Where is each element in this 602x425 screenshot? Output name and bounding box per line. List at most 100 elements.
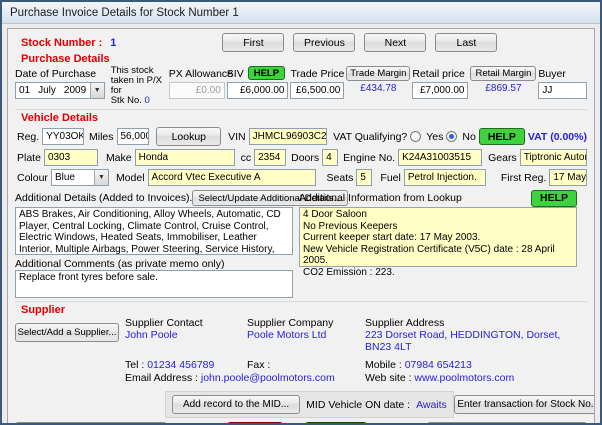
vin-field[interactable]: JHMCL96903C203470 xyxy=(248,128,328,145)
seats-label: Seats xyxy=(326,171,354,184)
siv-label: SIV xyxy=(226,68,244,80)
retail-price-col: Retail price £7,000.00 xyxy=(412,66,469,99)
email-value: john.poole@poolmotors.com xyxy=(200,372,335,384)
siv-field[interactable]: £6,000.00 xyxy=(226,82,289,99)
reg-label: Reg. xyxy=(17,130,40,143)
lookup-info-box: 4 Door Saloon No Previous Keepers Curren… xyxy=(299,207,577,278)
siv-col: SIV HELP £6,000.00 xyxy=(226,66,289,99)
px-allowance-col: PX Allowance £0.00 xyxy=(168,66,233,99)
supplier-address-value: 223 Dorset Road, HEDDINGTON, Dorset, BN2… xyxy=(365,329,561,353)
colour-value: Blue xyxy=(54,172,75,183)
colour-combo[interactable]: Blue ▼ xyxy=(50,169,109,186)
purchase-details-header: Purchase Details xyxy=(21,53,110,65)
colour-label: Colour xyxy=(17,171,48,184)
fax-label: Fax : xyxy=(247,359,271,371)
supplier-address: Supplier Address 223 Dorset Road, HEDDIN… xyxy=(365,317,587,353)
engine-label: Engine No. xyxy=(343,151,396,164)
vehicle-row-1: Reg. YY03OKN Miles 56,000 Lookup VIN JHM… xyxy=(15,127,587,146)
additional-details-textarea[interactable]: ABS Brakes, Air Conditioning, Alloy Whee… xyxy=(15,207,293,255)
px-note-col: This stock taken in P/X for Stk No. 0 xyxy=(111,66,167,106)
reg-field[interactable]: YY03OKN xyxy=(42,128,84,145)
make-label: Make xyxy=(105,151,132,164)
additional-comments-textarea[interactable]: Replace front tyres before sale. xyxy=(15,270,293,298)
model-field[interactable]: Accord Vtec Executive A xyxy=(147,169,316,186)
trade-price-col: Trade Price £6,500.00 xyxy=(290,66,345,99)
supplier-company-label: Supplier Company xyxy=(247,317,334,329)
first-button[interactable]: First xyxy=(222,33,285,52)
supplier-contact-value: John Poole xyxy=(125,329,178,341)
add-record-mid-button[interactable]: Add record to the MID... xyxy=(172,395,301,414)
cc-field[interactable]: 2354 xyxy=(254,149,287,166)
mobile-label: Mobile : xyxy=(365,359,402,371)
siv-help-button[interactable]: HELP xyxy=(247,66,286,80)
last-button[interactable]: Last xyxy=(435,33,498,52)
supplier-company: Supplier Company Poole Motors Ltd xyxy=(247,317,361,353)
next-button[interactable]: Next xyxy=(364,33,427,52)
retail-price-field[interactable]: £7,000.00 xyxy=(412,82,469,99)
date-day: 01 xyxy=(19,85,31,96)
stock-number-value: 1 xyxy=(110,36,117,49)
vat-yes-radio[interactable] xyxy=(410,131,422,142)
retail-price-label: Retail price xyxy=(412,68,465,80)
window-title: Purchase Invoice Details for Stock Numbe… xyxy=(10,6,239,19)
chevron-down-icon: ▼ xyxy=(93,170,108,185)
fuel-field[interactable]: Petrol Injection. xyxy=(403,169,486,186)
vat-help-button[interactable]: HELP xyxy=(478,128,525,145)
engine-field[interactable]: K24A31003515 xyxy=(398,149,483,166)
px-allowance-field[interactable]: £0.00 xyxy=(168,82,225,99)
tel-value: 01234 456789 xyxy=(147,359,215,371)
retail-margin-value: £869.57 xyxy=(485,83,522,94)
seats-field[interactable]: 5 xyxy=(356,169,373,186)
doors-field[interactable]: 4 xyxy=(322,149,339,166)
divider xyxy=(15,109,587,110)
first-reg-label: First Reg. xyxy=(500,171,547,184)
web-value: www.poolmotors.com xyxy=(414,372,515,384)
make-field[interactable]: Honda xyxy=(134,149,235,166)
vehicle-details-header: Vehicle Details xyxy=(21,112,99,124)
first-reg-field[interactable]: 17 May 2003 xyxy=(549,169,587,186)
plate-field[interactable]: 0303 xyxy=(43,149,98,166)
supplier-contact-label: Supplier Contact xyxy=(125,317,203,329)
lookup-help-button[interactable]: HELP xyxy=(530,189,577,207)
miles-field[interactable]: 56,000 xyxy=(116,128,150,145)
supplier-contact: Supplier Contact John Poole xyxy=(125,317,243,353)
lookup-button[interactable]: Lookup xyxy=(156,127,222,146)
trade-price-field[interactable]: £6,500.00 xyxy=(290,82,345,99)
vin-label: VIN xyxy=(228,130,246,143)
buyer-col: Buyer JJ xyxy=(538,66,588,99)
px-note-line2: taken in P/X for xyxy=(110,75,162,96)
divider xyxy=(15,301,587,302)
lookup-info-line: Current keeper start date: 17 May 2003. xyxy=(303,232,481,243)
additional-details-head: Additional Details (Added to Invoices). … xyxy=(15,189,348,207)
mid-row: Add record to the MID... MID Vehicle ON … xyxy=(15,391,594,418)
supplier-tel: Tel : 01234 456789 xyxy=(125,359,243,371)
additional-details-col: Additional Details (Added to Invoices). … xyxy=(15,189,348,298)
retail-margin-button[interactable]: Retail Margin xyxy=(470,66,537,81)
mid-date-label: MID Vehicle ON date : xyxy=(306,398,411,411)
purchase-invoice-window: Purchase Invoice Details for Stock Numbe… xyxy=(0,0,602,425)
buyer-field[interactable]: JJ xyxy=(538,82,588,99)
date-of-purchase-col: Date of Purchase 01 July 2009 ▼ xyxy=(15,66,105,99)
select-add-supplier-button[interactable]: Select/Add a Supplier... xyxy=(15,323,119,342)
vat-no-label: No xyxy=(462,130,476,143)
previous-button[interactable]: Previous xyxy=(293,33,356,52)
retail-margin-col: Retail Margin £869.57 xyxy=(470,66,537,94)
supplier-address-label: Supplier Address xyxy=(365,317,445,329)
mid-date-value: Awaits xyxy=(416,398,447,411)
title-bar: Purchase Invoice Details for Stock Numbe… xyxy=(2,2,600,24)
lookup-info-label: Additional Information from Lookup xyxy=(299,192,462,204)
vat-no-radio[interactable] xyxy=(446,131,458,142)
trade-margin-value: £434.78 xyxy=(360,83,397,94)
gears-field[interactable]: Tiptronic Automatic (5 Gears) xyxy=(519,149,587,166)
mid-panel: Add record to the MID... MID Vehicle ON … xyxy=(165,391,454,418)
trade-price-label: Trade Price xyxy=(290,68,345,80)
supplier-web: Web site : www.poolmotors.com xyxy=(365,372,587,384)
trade-margin-button[interactable]: Trade Margin xyxy=(346,66,411,81)
enter-transaction-button[interactable]: Enter transaction for Stock No. 1... xyxy=(453,395,594,414)
supplier-header: Supplier xyxy=(21,304,66,316)
date-of-purchase-combo[interactable]: 01 July 2009 ▼ xyxy=(15,82,105,99)
stock-nav-row: Stock Number : 1 First Previous Next Las… xyxy=(15,32,587,53)
px-stk-value: 0 xyxy=(144,95,150,106)
vehicle-row-2: Plate 0303 Make Honda cc 2354 Doors 4 En… xyxy=(15,149,587,166)
supplier-company-value: Poole Motors Ltd xyxy=(247,329,327,341)
